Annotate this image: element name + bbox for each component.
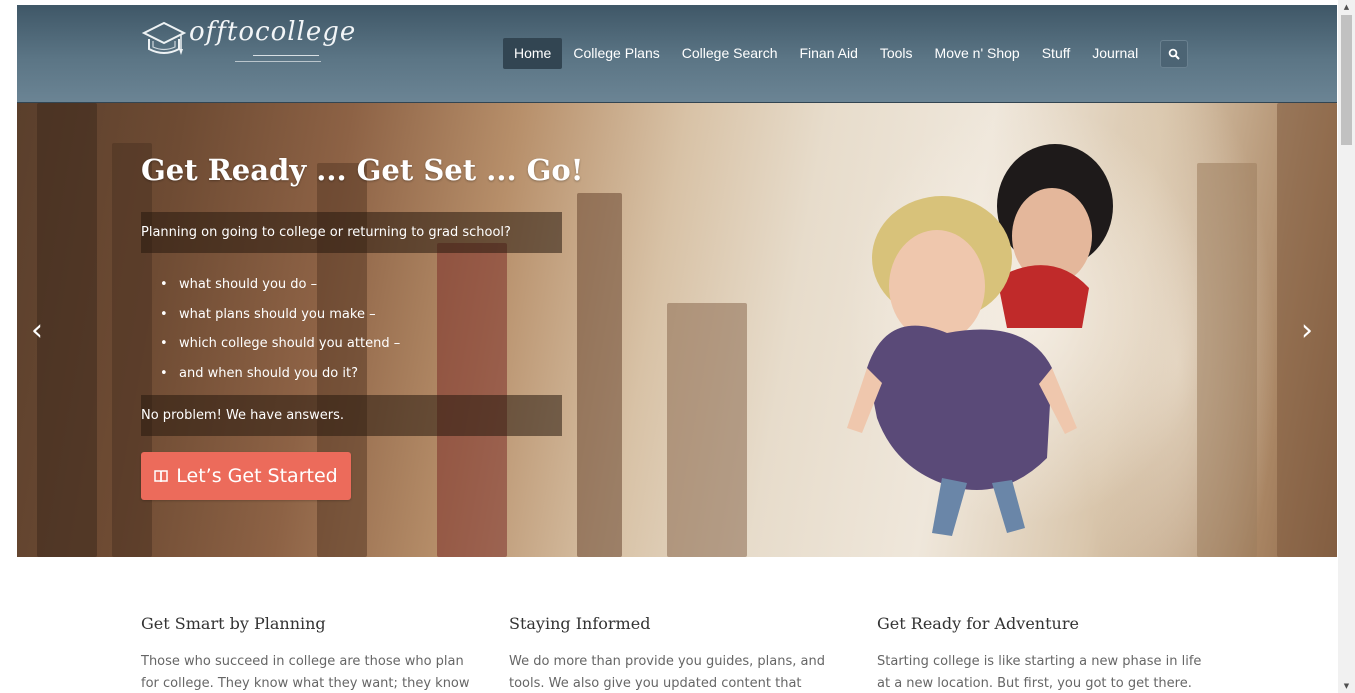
hero-slider: Get Ready ... Get Set ... Go! Planning o… xyxy=(17,103,1337,557)
feature-text: Those who succeed in college are those w… xyxy=(141,654,470,691)
logo-underline-secondary xyxy=(235,61,321,62)
nav-tools[interactable]: Tools xyxy=(869,38,924,69)
hero-closing-box: No problem! We have answers. xyxy=(141,395,562,436)
students-photo xyxy=(847,144,1113,536)
chevron-left-icon[interactable]: ‹ xyxy=(31,313,43,348)
site-header: offtocollege Home College Plans College … xyxy=(17,5,1337,103)
scroll-down-icon[interactable]: ▼ xyxy=(1338,679,1355,693)
page-scrollbar[interactable]: ▲ ▼ xyxy=(1338,0,1355,693)
feature-planning: Get Smart by Planning Those who succeed … xyxy=(141,613,471,693)
scroll-up-icon[interactable]: ▲ xyxy=(1338,0,1355,14)
nav-move-n-shop[interactable]: Move n' Shop xyxy=(924,38,1031,69)
search-button[interactable] xyxy=(1160,39,1189,68)
chevron-right-icon[interactable]: › xyxy=(1301,313,1313,348)
logo-underline xyxy=(253,55,319,56)
nav-home[interactable]: Home xyxy=(503,38,563,69)
site-logo[interactable]: offtocollege xyxy=(141,17,356,65)
feature-title: Get Smart by Planning xyxy=(141,614,326,633)
hero-intro-box: Planning on going to college or returnin… xyxy=(141,212,562,253)
nav-college-plans[interactable]: College Plans xyxy=(562,38,670,69)
page-frame: offtocollege Home College Plans College … xyxy=(17,5,1337,693)
scrollbar-thumb[interactable] xyxy=(1341,15,1352,145)
hero-bullet: and when should you do it? xyxy=(160,359,400,389)
hero-bullet-list: what should you do – what plans should y… xyxy=(160,270,400,389)
nav-college-search[interactable]: College Search xyxy=(671,38,789,69)
book-icon xyxy=(154,469,169,482)
feature-text: We do more than provide you guides, plan… xyxy=(509,654,825,691)
nav-stuff[interactable]: Stuff xyxy=(1031,38,1082,69)
feature-informed: Staying Informed We do more than provide… xyxy=(509,613,839,693)
get-started-label: Let’s Get Started xyxy=(176,465,338,487)
nav-finan-aid[interactable]: Finan Aid xyxy=(788,38,868,69)
hero-intro: Planning on going to college or returnin… xyxy=(141,225,511,240)
feature-text: Starting college is like starting a new … xyxy=(877,654,1202,691)
main-nav: Home College Plans College Search Finan … xyxy=(503,38,1189,69)
hero-bullet: what plans should you make – xyxy=(160,300,400,330)
feature-adventure: Get Ready for Adventure Starting college… xyxy=(877,613,1207,693)
hero-closing: No problem! We have answers. xyxy=(141,408,345,423)
hero-bullet: which college should you attend – xyxy=(160,329,400,359)
feature-title: Get Ready for Adventure xyxy=(877,614,1079,633)
hero-title: Get Ready ... Get Set ... Go! xyxy=(141,153,584,187)
logo-text: offtocollege xyxy=(189,17,357,47)
hero-bullet: what should you do – xyxy=(160,270,400,300)
nav-journal[interactable]: Journal xyxy=(1081,38,1149,69)
search-icon xyxy=(1168,48,1180,60)
graduation-cap-icon xyxy=(141,21,187,55)
feature-title: Staying Informed xyxy=(509,614,651,633)
get-started-button[interactable]: Let’s Get Started xyxy=(141,452,351,500)
